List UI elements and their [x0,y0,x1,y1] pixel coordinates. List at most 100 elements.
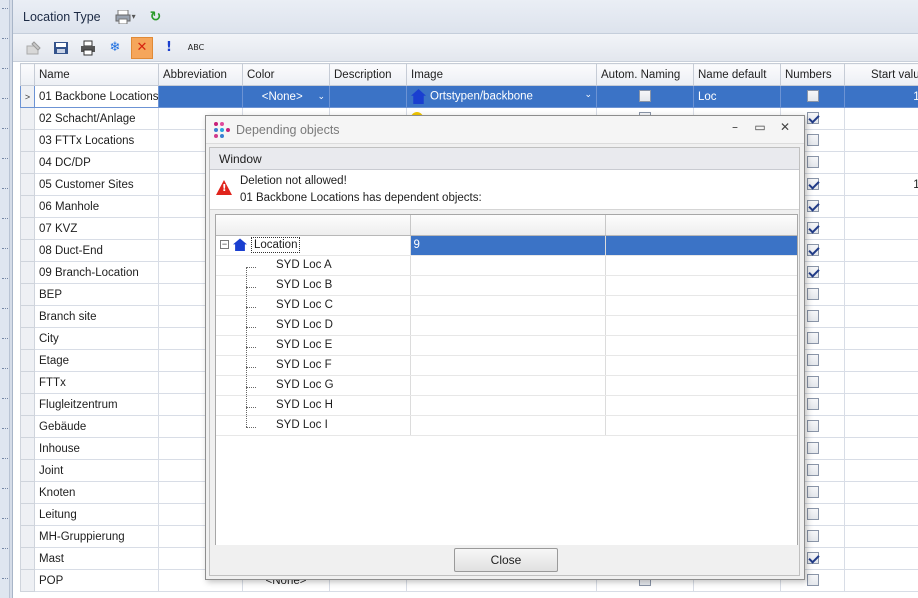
row-indicator[interactable]: > [20,85,35,108]
cell-name[interactable]: 03 FTTx Locations [34,129,159,152]
tree-child-row[interactable]: SYD Loc F [216,355,797,376]
cell-name[interactable]: 09 Branch-Location [34,261,159,284]
row-indicator[interactable] [20,305,35,328]
row-indicator[interactable] [20,239,35,262]
tree-child-row[interactable]: SYD Loc C [216,295,797,316]
row-indicator[interactable] [20,569,35,592]
cell-start-value[interactable]: 1 [844,349,918,372]
column-header-autom-naming[interactable]: Autom. Naming [596,63,694,86]
cell-start-value[interactable]: 10 [844,173,918,196]
cell-start-value[interactable]: 1 [844,415,918,438]
cell-numbers[interactable] [780,85,845,108]
cell-start-value[interactable]: 1 [844,217,918,240]
row-indicator[interactable] [20,437,35,460]
cell-name[interactable]: 07 KVZ [34,217,159,240]
cell-name[interactable]: BEP [34,283,159,306]
collapse-icon[interactable]: − [220,240,229,250]
cell-name[interactable]: Gebäude [34,415,159,438]
cell-start-value[interactable]: 1 [844,437,918,460]
cell-name[interactable]: 02 Schacht/Anlage [34,107,159,130]
cell-name[interactable]: Inhouse [34,437,159,460]
row-indicator[interactable] [20,129,35,152]
tree-root-row[interactable]: − Location 9 [216,235,797,256]
row-indicator[interactable] [20,415,35,438]
delete-icon[interactable]: ✕ [131,36,153,59]
cell-description[interactable] [329,85,407,108]
chevron-down-icon[interactable]: ⌄ [317,91,325,102]
column-header-start-value[interactable]: Start value [844,63,918,86]
numbers-checkbox[interactable] [806,398,819,411]
tree-child-row[interactable]: SYD Loc I [216,415,797,436]
cell-name-default[interactable]: Loc [693,85,781,108]
tree-child-row[interactable]: SYD Loc E [216,335,797,356]
cell-start-value[interactable]: 1 [844,393,918,416]
cell-start-value[interactable]: 1 [844,261,918,284]
row-indicator[interactable] [20,525,35,548]
column-header-abbreviation[interactable]: Abbreviation [158,63,243,86]
row-indicator[interactable] [20,371,35,394]
cell-start-value[interactable]: 1 [844,569,918,592]
numbers-checkbox[interactable] [806,288,819,301]
numbers-checkbox[interactable] [806,222,819,235]
row-indicator[interactable] [20,107,35,130]
cell-name[interactable]: FTTx [34,371,159,394]
spellcheck-icon[interactable]: ABC [185,37,207,59]
column-header-numbers[interactable]: Numbers [780,63,845,86]
dialog-menu-window[interactable]: Window [210,148,799,170]
row-indicator[interactable] [20,393,35,416]
tree-child-row[interactable]: SYD Loc D [216,315,797,336]
cell-start-value[interactable]: 1 [844,459,918,482]
numbers-checkbox[interactable] [806,354,819,367]
row-indicator[interactable] [20,327,35,350]
numbers-checkbox[interactable] [806,574,819,587]
cell-name[interactable]: 06 Manhole [34,195,159,218]
print-dropdown-icon[interactable] [115,9,131,24]
exclamation-icon[interactable]: ! [158,37,180,59]
print-icon[interactable] [77,37,99,59]
numbers-checkbox[interactable] [806,90,819,103]
close-button[interactable]: Close [454,548,558,572]
row-indicator[interactable] [20,173,35,196]
row-indicator[interactable] [20,261,35,284]
numbers-checkbox[interactable] [806,244,819,257]
numbers-checkbox[interactable] [806,376,819,389]
cell-start-value[interactable]: 1 [844,481,918,504]
cell-name[interactable]: MH-Gruppierung [34,525,159,548]
row-indicator[interactable] [20,459,35,482]
cell-start-value[interactable]: 1 [844,327,918,350]
cell-start-value[interactable]: 1 [844,151,918,174]
numbers-checkbox[interactable] [806,156,819,169]
column-header-image[interactable]: Image [406,63,597,86]
refresh-icon[interactable]: ↻ [150,9,162,25]
cell-name[interactable]: Mast [34,547,159,570]
row-indicator[interactable] [20,217,35,240]
cell-start-value[interactable]: 1 [844,129,918,152]
tree-child-row[interactable]: SYD Loc A [216,255,797,276]
tree-child-row[interactable]: SYD Loc G [216,375,797,396]
cell-start-value[interactable]: 1 [844,503,918,526]
save-icon[interactable] [50,37,72,59]
numbers-checkbox[interactable] [806,508,819,521]
cell-start-value[interactable]: 1 [844,283,918,306]
cell-start-value[interactable]: 1 [844,239,918,262]
numbers-checkbox[interactable] [806,420,819,433]
numbers-checkbox[interactable] [806,464,819,477]
chevron-down-icon[interactable]: ⌄ [584,89,592,100]
numbers-checkbox[interactable] [806,266,819,279]
cell-name[interactable]: Knoten [34,481,159,504]
cell-name[interactable]: 08 Duct-End [34,239,159,262]
cell-name[interactable]: Leitung [34,503,159,526]
column-header-description[interactable]: Description [329,63,407,86]
cell-name[interactable]: 01 Backbone Locations [34,85,159,108]
row-indicator[interactable] [20,349,35,372]
numbers-checkbox[interactable] [806,332,819,345]
cell-name[interactable]: Flugleitzentrum [34,393,159,416]
cell-name[interactable]: Branch site [34,305,159,328]
cell-name[interactable]: 05 Customer Sites [34,173,159,196]
column-header-color[interactable]: Color [242,63,330,86]
table-row[interactable]: >01 Backbone Locations <None> ⌄ Ortstypen/b… [20,85,918,108]
cell-name[interactable]: POP [34,569,159,592]
cell-start-value[interactable]: 1 [844,107,918,130]
numbers-checkbox[interactable] [806,200,819,213]
numbers-checkbox[interactable] [806,310,819,323]
